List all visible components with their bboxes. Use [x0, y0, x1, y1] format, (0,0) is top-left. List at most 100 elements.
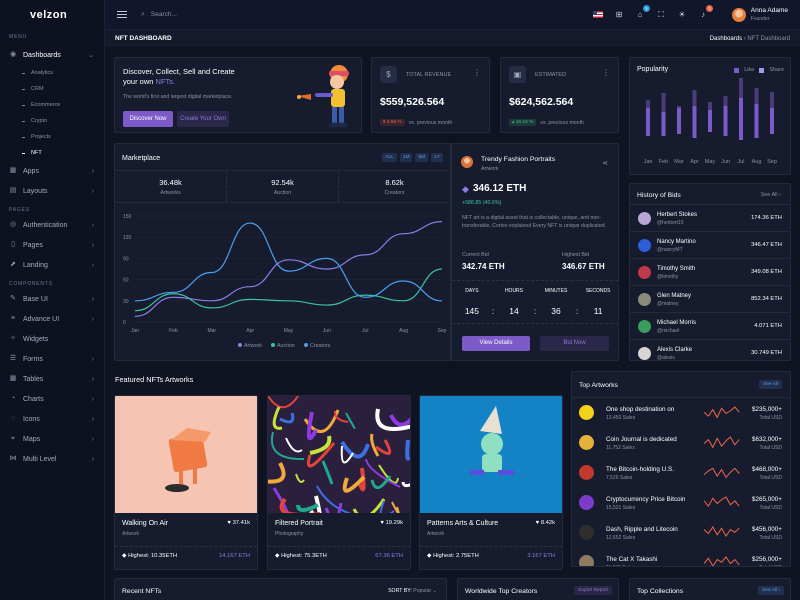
sidebar-item-advance-ui[interactable]: ≡ Advance UI ›: [0, 309, 104, 329]
collections-see-all-button[interactable]: See All ›: [758, 586, 784, 595]
theme-toggle-icon[interactable]: ☀: [677, 10, 687, 20]
sidebar-item-authentication[interactable]: ◎ Authentication ›: [0, 215, 104, 235]
hamburger-menu-icon[interactable]: [117, 9, 127, 20]
sidebar-item-icons[interactable]: ◌ Icons ›: [0, 409, 104, 429]
avatar: [461, 156, 473, 168]
user-name: Anna Adame: [750, 7, 788, 14]
discover-now-button[interactable]: Discover Now: [123, 111, 173, 127]
apps-grid-icon[interactable]: ⊞: [614, 10, 624, 20]
bell-icon[interactable]: ♪ 3: [698, 4, 713, 20]
sidebar-sub-crm[interactable]: CRM: [0, 81, 104, 97]
hero-title-line1: Discover, Collect, Sell and Create: [123, 67, 235, 76]
nft-image[interactable]: [268, 396, 410, 523]
estimated-note: vs. previous month: [540, 119, 584, 126]
sidebar-sub-nft[interactable]: NFT: [0, 145, 104, 161]
artwork-value: $632,000+: [752, 436, 782, 443]
sidebar-item-label: Widgets: [23, 335, 49, 343]
bidder-handle: @nancyMT: [657, 247, 683, 253]
marketplace-card: Marketplace ALL 1M 6M 1Y 36.48k Artworks…: [114, 143, 451, 361]
menu-section-title: MENU: [9, 34, 27, 40]
view-details-button[interactable]: View Details: [462, 336, 530, 351]
filter-1m-button[interactable]: 1M: [399, 153, 413, 162]
trending-title: Trendy Fashion Portraits: [481, 156, 556, 163]
chevron-right-icon: ›: [91, 435, 94, 443]
top-artworks-see-all-button[interactable]: See All: [759, 380, 782, 389]
filter-6m-button[interactable]: 6M: [415, 153, 429, 162]
sidebar-item-dashboards[interactable]: ◉ Dashboards ⌄: [0, 45, 104, 65]
list-item[interactable]: One shop destination on 13,450 Sales $235,…: [572, 398, 790, 428]
chevron-right-icon: ›: [91, 167, 94, 175]
filter-1y-button[interactable]: 1Y: [431, 153, 443, 162]
estimated-label: ESTIMATED: [535, 72, 567, 78]
sidebar-sub-crypto[interactable]: Crypto: [0, 113, 104, 129]
create-your-own-button[interactable]: Create Your Own: [177, 111, 229, 127]
popularity-month-label: Jan: [644, 159, 653, 165]
nft-image[interactable]: [420, 396, 562, 513]
share-icon[interactable]: ⋖: [602, 159, 608, 167]
sidebar-item-multi-level[interactable]: ⋈ Multi Level ›: [0, 449, 104, 469]
total-revenue-card: $ TOTAL REVENUE ⋮ $559,526.564 ▾ 3.96 % …: [371, 57, 490, 133]
nft-name: Filtered Portrait: [275, 520, 323, 527]
breadcrumb-root[interactable]: Dashboards: [710, 36, 742, 42]
sidebar-sub-ecommerce[interactable]: Ecommerce: [0, 97, 104, 113]
sidebar-item-layouts[interactable]: ▤ Layouts ›: [0, 181, 104, 201]
list-item[interactable]: Michael Morris @michael 4.071 ETH: [630, 313, 790, 340]
bidder-handle: @michael: [657, 328, 680, 334]
list-item[interactable]: Timothy Smith @timothy 349.08 ETH: [630, 259, 790, 286]
list-item[interactable]: Nancy Martino @nancyMT 346.47 ETH: [630, 232, 790, 259]
artwork-value: $235,000+: [752, 406, 782, 413]
language-flag-icon[interactable]: [593, 11, 603, 18]
popularity-bar-chart: Jan Feb Mar Apr May Jun Jul Aug Sep: [644, 78, 777, 165]
sidebar-sub-analytics[interactable]: Analytics: [0, 65, 104, 81]
list-item[interactable]: Alexis Clarke @alexis 30.749 ETH: [630, 340, 790, 360]
sidebar: velzon MENU ◉ Dashboards ⌄ Analytics CRM…: [0, 0, 105, 600]
list-item[interactable]: The Cat X Takashi 11,745 Sales $256,000+ To…: [572, 548, 790, 566]
nft-artwork: [165, 428, 211, 492]
more-vertical-icon[interactable]: ⋮: [473, 68, 481, 77]
fullscreen-icon[interactable]: ⛶: [656, 10, 666, 20]
sidebar-item-label: Layouts: [23, 187, 48, 195]
x-tick-label: Jun: [323, 328, 331, 334]
artwork-thumbnail: [579, 405, 594, 420]
sidebar-item-landing[interactable]: ⬈ Landing ›: [0, 255, 104, 275]
account-icon: ◎: [9, 221, 17, 228]
filter-all-button[interactable]: ALL: [382, 153, 397, 162]
list-item[interactable]: Cryptocurrency Price Bitcoin 15,521 Sales…: [572, 488, 790, 518]
sidebar-item-base-ui[interactable]: ✎ Base UI ›: [0, 289, 104, 309]
nft-card[interactable]: Filtered Portrait ♥ 19.29k Photography ◆ Hi…: [267, 395, 411, 570]
sidebar-item-charts[interactable]: ◔ Charts ›: [0, 389, 104, 409]
search-input[interactable]: ⌕ Search...: [141, 11, 177, 19]
nft-image[interactable]: [115, 396, 257, 513]
sidebar-sub-projects[interactable]: Projects: [0, 129, 104, 145]
bid-now-button[interactable]: Bid Now: [540, 336, 609, 351]
sidebar-item-widgets[interactable]: ✧ Widgets: [0, 329, 104, 349]
sort-dropdown[interactable]: SORT BY: Popular ⌄: [388, 588, 437, 594]
sidebar-item-tables[interactable]: ▦ Tables ›: [0, 369, 104, 389]
export-report-button[interactable]: Export Report: [574, 586, 612, 595]
list-item[interactable]: Coin Journal is dedicated 11,752 Sales $63…: [572, 428, 790, 458]
popularity-bar-like: [723, 106, 728, 136]
avatar: [638, 320, 651, 333]
sidebar-item-pages[interactable]: ▯ Pages ›: [0, 235, 104, 255]
popularity-month-label: Sep: [767, 159, 777, 165]
brand-logo[interactable]: velzon: [0, 0, 104, 30]
sidebar-item-forms[interactable]: ☰ Forms ›: [0, 349, 104, 369]
list-item[interactable]: Herbert Stokes @herbert10 174.36 ETH: [630, 205, 790, 232]
nft-card[interactable]: Walking On Air ♥ 37.41k Artwork ◆ Highest: …: [114, 395, 258, 570]
sidebar-item-apps[interactable]: ▦ Apps ›: [0, 161, 104, 181]
list-item[interactable]: The Bitcoin-holding U.S. 7,526 Sales $468,…: [572, 458, 790, 488]
sidebar-item-maps[interactable]: ⌖ Maps ›: [0, 429, 104, 449]
user-menu[interactable]: Anna Adame Founder: [731, 7, 788, 22]
cart-icon[interactable]: ⌂ 5: [635, 4, 650, 20]
nft-card[interactable]: Patterns Arts & Culture ♥ 8.42k Artwork ◆ H…: [419, 395, 563, 570]
history-see-all-link[interactable]: See All ›: [761, 192, 782, 198]
dashboard-icon: ◉: [9, 51, 17, 58]
avatar: [638, 212, 651, 225]
components-section-title: COMPONENTS: [9, 281, 53, 287]
x-tick-label: Jul: [362, 328, 368, 334]
list-item[interactable]: Dash, Ripple and Litecoin 12,652 Sales $45…: [572, 518, 790, 548]
bid-value: 349.08 ETH: [751, 269, 782, 275]
list-item[interactable]: Glen Matney @matney 852.34 ETH: [630, 286, 790, 313]
stat-label: Auction: [273, 190, 292, 196]
more-vertical-icon[interactable]: ⋮: [602, 68, 610, 77]
